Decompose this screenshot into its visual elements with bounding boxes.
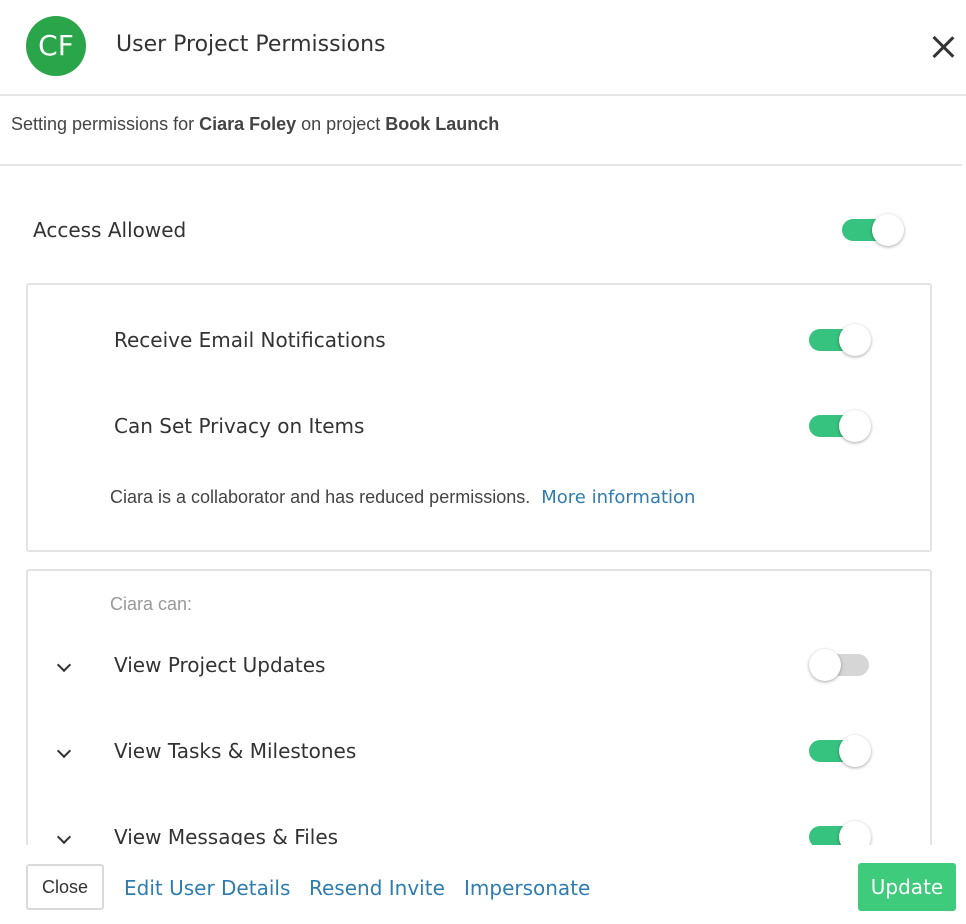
view-project-updates-label: View Project Updates <box>114 653 326 677</box>
view-tasks-toggle[interactable] <box>809 735 871 767</box>
avatar: CF <box>26 16 86 76</box>
toggle-knob <box>839 324 871 356</box>
toggle-knob <box>872 214 904 246</box>
toggle-knob <box>839 735 871 767</box>
modal-footer: Close Edit User Details Resend Invite Im… <box>0 845 966 924</box>
toggle-knob <box>809 649 841 681</box>
modal-header: CF User Project Permissions <box>0 0 966 96</box>
email-notifications-label: Receive Email Notifications <box>114 328 386 352</box>
project-name: Book Launch <box>385 114 500 134</box>
close-icon[interactable] <box>926 30 960 64</box>
collaborator-note-text: Ciara is a collaborator and has reduced … <box>110 487 531 507</box>
edit-user-details-link[interactable]: Edit User Details <box>124 876 290 900</box>
view-tasks-label: View Tasks & Milestones <box>114 739 357 763</box>
access-allowed-toggle[interactable] <box>842 214 904 246</box>
privacy-label: Can Set Privacy on Items <box>114 414 365 438</box>
subtitle-bar: Setting permissions for Ciara Foley on p… <box>0 96 962 166</box>
access-allowed-label: Access Allowed <box>33 218 187 242</box>
chevron-down-icon[interactable] <box>57 746 71 760</box>
capabilities-heading: Ciara can: <box>110 594 193 614</box>
chevron-down-icon[interactable] <box>57 660 71 674</box>
impersonate-link[interactable]: Impersonate <box>464 876 590 900</box>
subtitle-middle: on project <box>301 114 381 134</box>
toggle-knob <box>839 410 871 442</box>
email-notifications-toggle[interactable] <box>809 324 871 356</box>
collaborator-note: Ciara is a collaborator and has reduced … <box>110 487 695 508</box>
permissions-subtitle: Setting permissions for Ciara Foley on p… <box>11 114 499 135</box>
close-button[interactable]: Close <box>26 864 104 910</box>
subtitle-prefix: Setting permissions for <box>11 114 195 134</box>
chevron-down-icon[interactable] <box>57 832 71 846</box>
more-information-link[interactable]: More information <box>541 487 695 508</box>
resend-invite-link[interactable]: Resend Invite <box>309 876 445 900</box>
update-button[interactable]: Update <box>858 863 956 911</box>
view-project-updates-toggle[interactable] <box>809 649 871 681</box>
user-name: Ciara Foley <box>199 114 297 134</box>
modal-title: User Project Permissions <box>116 32 386 57</box>
privacy-toggle[interactable] <box>809 410 871 442</box>
